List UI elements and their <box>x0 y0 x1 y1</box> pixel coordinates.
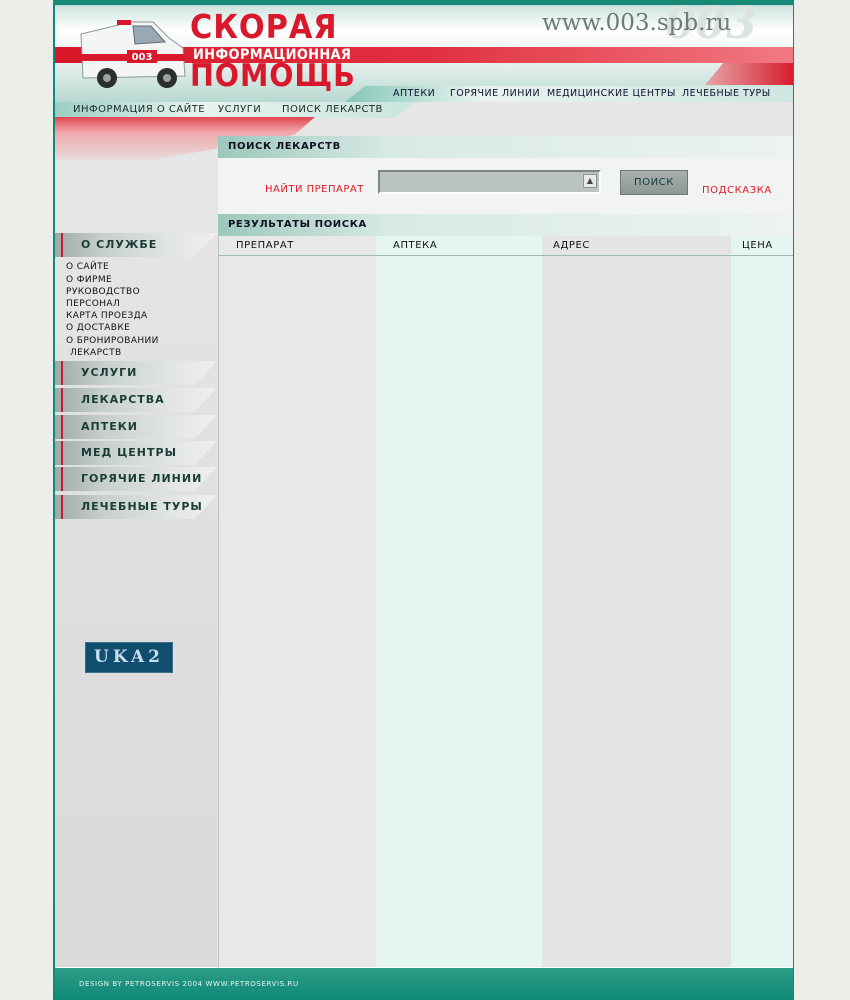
col-header-address: АДРЕС <box>553 240 590 251</box>
topnav-hotlines[interactable]: ГОРЯЧИЕ ЛИНИИ <box>450 89 540 99</box>
topnav-tours[interactable]: ЛЕЧЕБНЫЕ ТУРЫ <box>682 89 771 99</box>
input-arrow-icon[interactable]: ▲ <box>583 174 597 188</box>
subnav-services[interactable]: УСЛУГИ <box>218 105 261 115</box>
topnav-med-centers[interactable]: МЕДИЦИНСКИЕ ЦЕНТРЫ <box>547 89 676 99</box>
uka2-badge-label: UKA2 <box>94 647 164 667</box>
sidebar-link-about-company[interactable]: О ФИРМЕ <box>66 276 112 285</box>
results-column-pharmacy <box>376 236 542 968</box>
col-header-pharmacy: АПТЕКА <box>393 240 438 251</box>
search-title-label: ПОИСК ЛЕКАРСТВ <box>228 141 341 152</box>
ambulance-number: 003 <box>132 52 153 63</box>
site-url: www.003.spb.ru <box>542 10 732 36</box>
sidebar-link-management[interactable]: РУКОВОДСТВО <box>66 288 140 297</box>
sidebar-section-label: МЕД ЦЕНТРЫ <box>81 446 177 459</box>
search-section-title: ПОИСК ЛЕКАРСТВ <box>218 136 793 158</box>
site-footer: DESIGN BY PETROSERVIS 2004 WWW.PETROSERV… <box>55 968 793 1000</box>
sidebar-section-label: АПТЕКИ <box>81 420 138 433</box>
col-header-price: ЦЕНА <box>742 240 773 251</box>
main-content: ПОИСК ЛЕКАРСТВ НАЙТИ ПРЕПАРАТ ▲ ПОИСК ПО… <box>218 136 793 968</box>
section-marker <box>61 361 63 385</box>
sidebar-section-label: ЛЕКАРСТВА <box>81 393 165 406</box>
sidebar-section-label: ЛЕЧЕБНЫЕ ТУРЫ <box>81 500 203 513</box>
find-drug-label: НАЙТИ ПРЕПАРАТ <box>265 184 364 195</box>
sidebar-heading-label: О СЛУЖБЕ <box>81 238 158 251</box>
topnav-apteki[interactable]: АПТЕКИ <box>393 89 435 99</box>
section-marker <box>61 467 63 491</box>
sidebar-section-drugs[interactable]: ЛЕКАРСТВА <box>55 388 217 412</box>
uka2-badge[interactable]: UKA2 <box>85 642 173 673</box>
search-button[interactable]: ПОИСК <box>620 170 688 195</box>
results-table-header: ПРЕПАРАТ АПТЕКА АДРЕС ЦЕНА <box>218 236 793 256</box>
logo-word-pomosch: ПОМОЩЬ <box>190 58 356 94</box>
page-frame: 003 003 СКОРАЯ ИНФОРМАЦИОННАЯ ПОМОЩЬ www… <box>53 0 794 1000</box>
sidebar-heading-service[interactable]: О СЛУЖБЕ <box>55 233 217 257</box>
drug-search-input[interactable] <box>378 170 601 194</box>
ambulance-icon: 003 <box>80 20 186 88</box>
sidebar-section-label: ГОРЯЧИЕ ЛИНИИ <box>81 472 203 485</box>
sidebar-link-staff[interactable]: ПЕРСОНАЛ <box>66 300 120 309</box>
subnav-drug-search[interactable]: ПОИСК ЛЕКАРСТВ <box>282 105 383 115</box>
section-marker <box>61 441 63 465</box>
sidebar-section-tours[interactable]: ЛЕЧЕБНЫЕ ТУРЫ <box>55 495 217 519</box>
hint-link[interactable]: ПОДСКАЗКА <box>702 186 772 196</box>
results-column-price <box>731 236 793 968</box>
logo-word-skoraya: СКОРАЯ <box>190 7 338 46</box>
heading-marker <box>61 233 63 257</box>
sidebar-section-services[interactable]: УСЛУГИ <box>55 361 217 385</box>
sidebar-section-label: УСЛУГИ <box>81 366 138 379</box>
sidebar-link-about-site[interactable]: О САЙТЕ <box>66 263 109 272</box>
footer-credits[interactable]: DESIGN BY PETROSERVIS 2004 WWW.PETROSERV… <box>79 981 299 988</box>
section-marker <box>61 495 63 519</box>
sidebar-section-pharmacies[interactable]: АПТЕКИ <box>55 415 217 439</box>
subnav-site-info[interactable]: ИНФОРМАЦИЯ О САЙТЕ <box>73 105 205 115</box>
results-column-drug <box>218 236 376 968</box>
results-column-address <box>542 236 731 968</box>
sidebar-link-map[interactable]: КАРТА ПРОЕЗДА <box>66 312 148 321</box>
results-left-border <box>218 237 219 968</box>
sidebar-link-delivery[interactable]: О ДОСТАВКЕ <box>66 324 130 333</box>
col-header-drug: ПРЕПАРАТ <box>236 240 295 251</box>
sidebar-section-med-centers[interactable]: МЕД ЦЕНТРЫ <box>55 441 217 465</box>
results-section-title: РЕЗУЛЬТАТЫ ПОИСКА <box>218 214 793 236</box>
results-title-label: РЕЗУЛЬТАТЫ ПОИСКА <box>228 219 367 230</box>
section-marker <box>61 388 63 412</box>
sidebar-section-hotlines[interactable]: ГОРЯЧИЕ ЛИНИИ <box>55 467 217 491</box>
sidebar-link-booking[interactable]: О БРОНИРОВАНИИ <box>66 337 159 346</box>
sidebar-link-booking-cont[interactable]: ЛЕКАРСТВ <box>70 349 122 358</box>
section-marker <box>61 415 63 439</box>
